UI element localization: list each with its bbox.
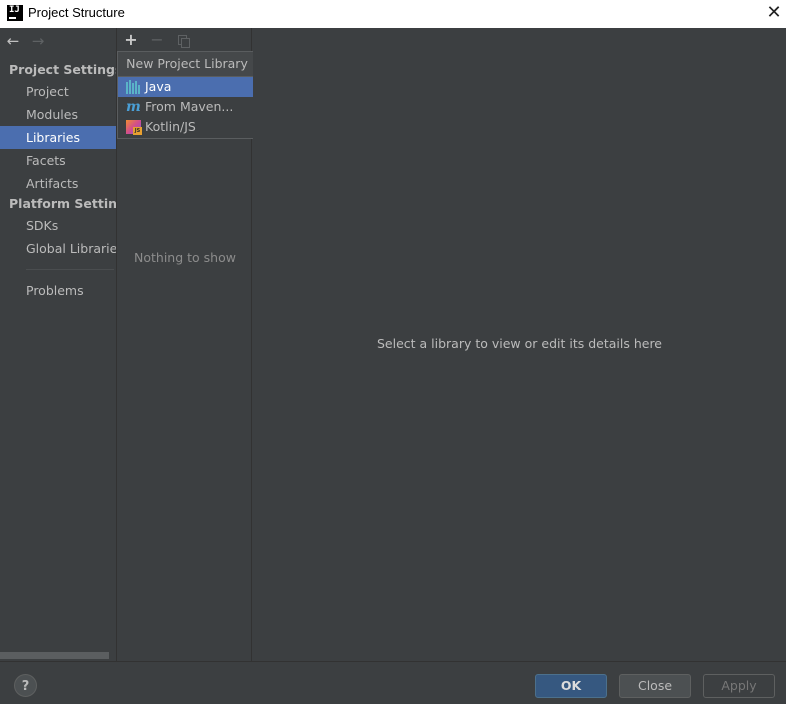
kotlin-js-icon: JS [126,120,142,135]
sidebar-item-problems[interactable]: Problems [0,279,116,302]
copy-library-button[interactable] [174,31,192,49]
close-button[interactable]: Close [619,674,691,698]
dialog-footer: ? OK Close Apply [0,661,786,704]
sidebar-item-global-libraries[interactable]: Global Libraries [0,237,116,260]
popup-item-kotlin-js[interactable]: JS Kotlin/JS [118,117,256,137]
kotlin-js-badge: JS [133,127,142,135]
empty-list-text: Nothing to show [134,250,236,265]
help-button[interactable]: ? [14,674,37,697]
ok-button[interactable]: OK [535,674,607,698]
copy-icon-front [181,38,190,48]
platform-settings-header: Platform Settings [9,196,117,211]
popup-item-label: Kotlin/JS [145,119,196,134]
title-bar: IJ Project Structure ✕ [0,0,786,28]
maven-icon: m [126,99,141,115]
project-settings-header: Project Settings [9,62,117,77]
sidebar-item-facets[interactable]: Facets [0,149,116,172]
settings-sidebar: ← → Project Settings Project Modules Lib… [0,28,117,661]
remove-library-button[interactable]: − [148,31,166,49]
logo-text: IJ [9,5,20,15]
library-toolbar: + − [118,28,252,52]
apply-button[interactable]: Apply [703,674,775,698]
sidebar-item-project[interactable]: Project [0,80,116,103]
popup-title: New Project Library [118,52,256,77]
new-project-library-popup: New Project Library Java m From Maven...… [117,51,257,139]
popup-item-label: From Maven... [145,99,234,114]
back-arrow-icon[interactable]: ← [5,33,21,49]
add-library-button[interactable]: + [122,31,140,49]
intellij-logo-icon: IJ [7,5,23,21]
window-title: Project Structure [28,5,125,20]
library-detail-pane: Select a library to view or edit its det… [253,28,786,661]
sidebar-item-modules[interactable]: Modules [0,103,116,126]
detail-placeholder-text: Select a library to view or edit its det… [376,336,663,351]
popup-item-label: Java [145,79,172,94]
forward-arrow-icon[interactable]: → [30,33,46,49]
popup-item-from-maven[interactable]: m From Maven... [118,97,256,117]
sidebar-item-libraries[interactable]: Libraries [0,126,116,149]
sidebar-item-sdks[interactable]: SDKs [0,214,116,237]
sidebar-item-artifacts[interactable]: Artifacts [0,172,116,195]
java-library-icon [126,80,141,94]
popup-item-java[interactable]: Java [118,77,256,97]
sidebar-horizontal-scrollbar[interactable] [0,652,109,659]
close-window-icon[interactable]: ✕ [762,2,786,24]
sidebar-divider [26,269,114,270]
